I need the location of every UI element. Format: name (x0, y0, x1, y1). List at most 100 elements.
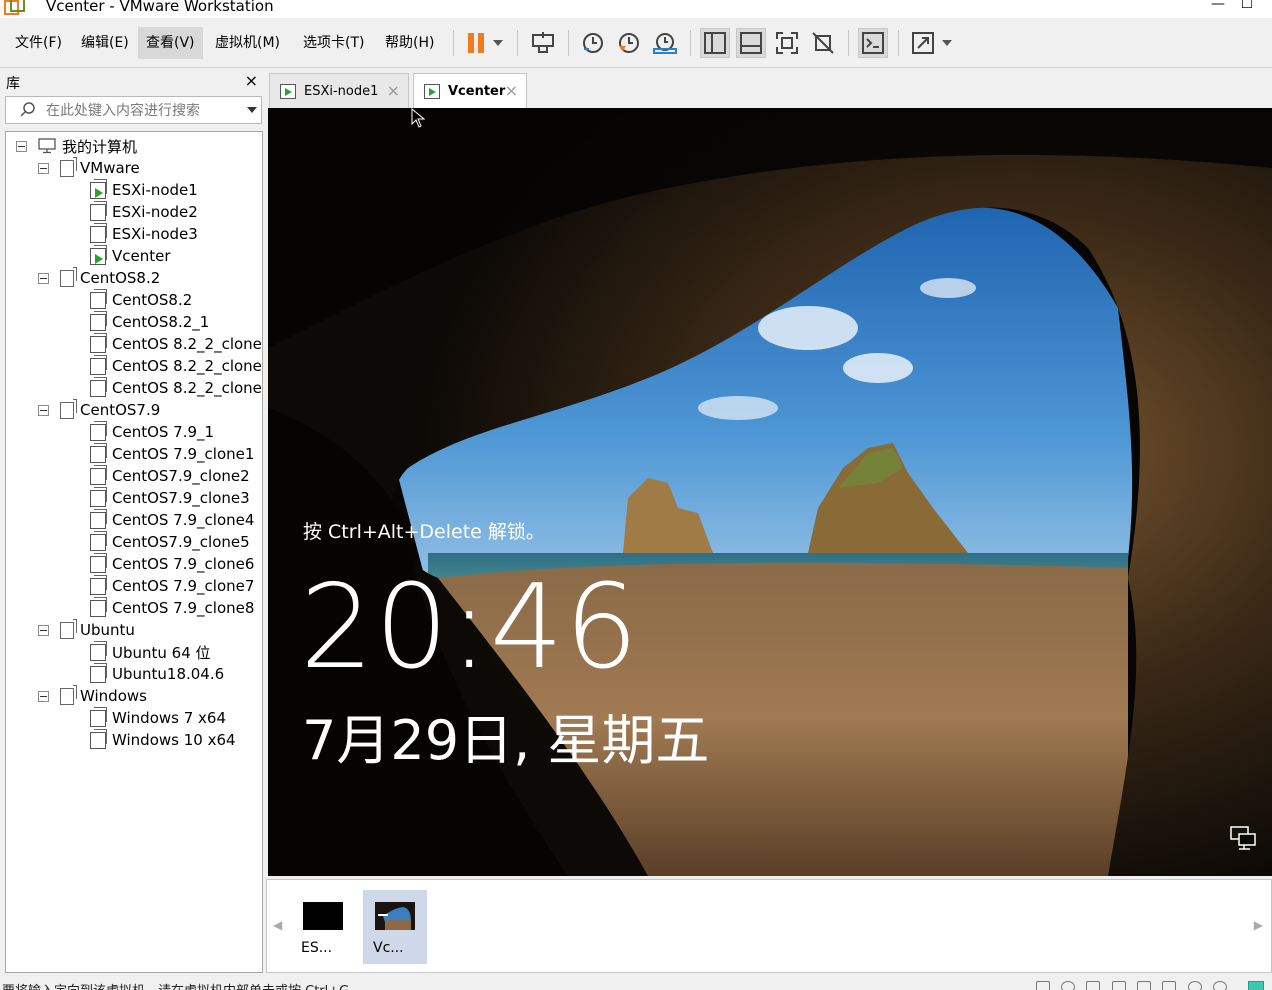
tree-vm-item[interactable]: Vcenter (90, 244, 171, 267)
tree-vm-item[interactable]: CentOS7.9_clone3 (90, 486, 250, 509)
menu-vm[interactable]: 虚拟机(M) (207, 27, 288, 59)
tree-vm-item[interactable]: ESXi-node2 (90, 200, 198, 223)
tree-vm-item[interactable]: CentOS 7.9_clone8 (90, 596, 254, 619)
tree-vm-item[interactable]: CentOS 7.9_clone4 (90, 508, 254, 531)
vm-running-icon (90, 178, 107, 199)
tree-vm-item[interactable]: CentOS 7.9_1 (90, 420, 214, 443)
menu-view[interactable]: 查看(V) (138, 27, 203, 59)
send-keys-icon[interactable] (528, 28, 558, 58)
usb-icon[interactable] (1112, 981, 1126, 990)
console-icon[interactable] (858, 28, 888, 58)
vm-running-icon (424, 83, 440, 99)
tree-vm-item[interactable]: CentOS7.9_clone2 (90, 464, 250, 487)
vm-console-screen[interactable]: 按 Ctrl+Alt+Delete 解锁。 20:46 7月29日, 星期五 (268, 108, 1272, 876)
tab-close-icon[interactable]: × (387, 81, 400, 100)
menu-tabs[interactable]: 选项卡(T) (295, 27, 372, 59)
tree-folder[interactable]: CentOS7.9 (38, 398, 160, 421)
tree-vm-item[interactable]: CentOS 7.9_clone6 (90, 552, 254, 575)
printer-icon[interactable] (1162, 981, 1176, 990)
tree-vm-item[interactable]: CentOS 8.2_2_clone1 (90, 332, 262, 355)
tree-vm-item[interactable]: CentOS7.9_clone5 (90, 530, 250, 553)
network-adapter-icon[interactable] (1086, 981, 1100, 990)
tree-item-label: Ubuntu18.04.6 (112, 665, 225, 683)
tree-folder[interactable]: Ubuntu (38, 618, 135, 641)
thumb-scroll-right-icon[interactable]: ▶ (1254, 918, 1263, 932)
vm-icon (90, 486, 107, 507)
vm-status-indicator (1248, 981, 1264, 990)
snapshot-manager-icon[interactable] (650, 28, 680, 58)
dropdown-icon[interactable] (487, 28, 509, 58)
cdrom-icon[interactable] (1061, 981, 1075, 990)
collapse-toggle-icon[interactable] (38, 404, 49, 416)
collapse-toggle-icon[interactable] (38, 690, 49, 702)
full-screen-icon[interactable] (772, 28, 802, 58)
vm-icon (90, 596, 107, 617)
collapse-toggle-icon[interactable] (38, 272, 49, 284)
network-icon[interactable] (1230, 826, 1256, 850)
toolbar-separator (517, 30, 518, 56)
vm-thumbnail[interactable]: Vc... (363, 890, 427, 964)
tree-vm-item[interactable]: CentOS 7.9_clone7 (90, 574, 254, 597)
tree-vm-item[interactable]: CentOS 8.2_2_clone2 (90, 354, 262, 377)
library-close-button[interactable]: × (245, 71, 258, 90)
tree-vm-item[interactable]: ESXi-node1 (90, 178, 198, 201)
collapse-toggle-icon[interactable] (16, 140, 27, 152)
search-input[interactable] (46, 101, 236, 121)
tree-vm-item[interactable]: Windows 10 x64 (90, 728, 236, 751)
tree-vm-item[interactable]: Windows 7 x64 (90, 706, 226, 729)
sound-icon[interactable] (1137, 981, 1151, 990)
toolbar-separator (453, 30, 454, 56)
tree-folder[interactable]: Windows (38, 684, 147, 707)
mouse-cursor-icon (411, 108, 425, 128)
hdd-icon[interactable] (1036, 981, 1050, 990)
tree-item-label: Vcenter (112, 247, 171, 265)
display-icon[interactable] (1188, 981, 1202, 990)
thumbnail-preview (375, 902, 415, 930)
status-text: 要将输入定向到该虚拟机，请在虚拟机内部单击或按 Ctrl+G。 (2, 980, 362, 990)
tree-folder[interactable]: CentOS8.2 (38, 266, 160, 289)
toolbar-separator (848, 30, 849, 56)
collapse-toggle-icon[interactable] (38, 624, 49, 636)
folder-icon (60, 266, 77, 287)
menu-edit[interactable]: 编辑(E) (73, 27, 137, 59)
vm-thumbnail[interactable]: ES... (291, 890, 355, 964)
tree-vm-item[interactable]: CentOS8.2 (90, 288, 192, 311)
tree-folder[interactable]: VMware (38, 156, 140, 179)
thumbnail-label: ES... (301, 940, 333, 956)
vm-icon (90, 332, 107, 353)
menu-file[interactable]: 文件(F) (7, 27, 70, 59)
vm-icon (90, 640, 107, 661)
tab-close-icon[interactable]: × (505, 81, 518, 100)
unity-icon[interactable] (808, 28, 838, 58)
tree-vm-item[interactable]: Ubuntu18.04.6 (90, 662, 225, 685)
snapshot-icon[interactable] (578, 28, 608, 58)
tree-root-my-computer[interactable]: 我的计算机 (16, 135, 137, 157)
message-icon[interactable] (1213, 981, 1227, 990)
show-thumbnail-icon[interactable] (736, 28, 766, 58)
tree-vm-item[interactable]: CentOS8.2_1 (90, 310, 209, 333)
folder-icon (60, 398, 77, 419)
stretch-dropdown-icon[interactable] (936, 28, 958, 58)
tree-vm-item[interactable]: ESXi-node3 (90, 222, 198, 245)
window-title: Vcenter - VMware Workstation (46, 0, 274, 15)
tree-item-label: ESXi-node1 (112, 181, 198, 199)
minimize-button[interactable]: — (1203, 0, 1233, 12)
stretch-icon[interactable] (908, 28, 938, 58)
tree-item-label: 我的计算机 (62, 137, 138, 156)
vm-tab[interactable]: ESXi-node1 × (269, 73, 409, 108)
folder-icon (60, 684, 77, 705)
search-dropdown-icon[interactable] (247, 107, 257, 113)
vm-icon (90, 420, 107, 441)
tree-vm-item[interactable]: CentOS 7.9_clone1 (90, 442, 254, 465)
collapse-toggle-icon[interactable] (38, 162, 49, 174)
vm-tab[interactable]: Vcenter × (413, 73, 527, 108)
maximize-button[interactable]: ☐ (1232, 0, 1262, 12)
library-tree[interactable]: 我的计算机 VMware ESXi-node1 ESXi-node2 ESXi-node… (5, 131, 263, 973)
thumb-scroll-left-icon[interactable]: ◀ (273, 918, 282, 932)
show-library-icon[interactable] (700, 28, 730, 58)
tree-vm-item[interactable]: CentOS 8.2_2_clone3 (90, 376, 262, 399)
tree-vm-item[interactable]: Ubuntu 64 位 (90, 640, 211, 663)
revert-snapshot-icon[interactable] (614, 28, 644, 58)
menu-help[interactable]: 帮助(H) (377, 27, 442, 59)
toolbar-separator (568, 30, 569, 56)
